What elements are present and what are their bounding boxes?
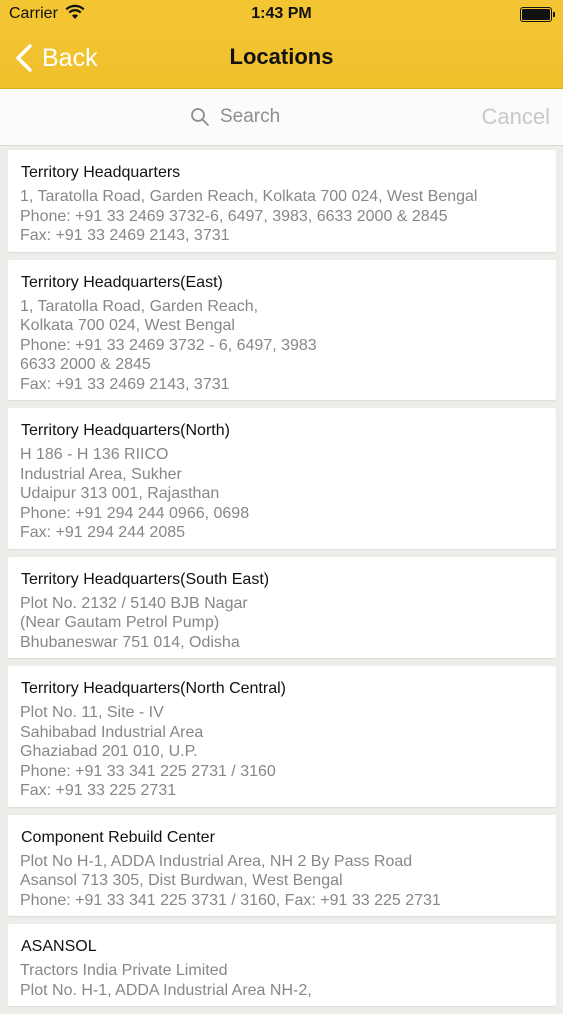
location-detail-line: Asansol 713 305, Dist Burdwan, West Beng… (20, 872, 343, 889)
location-detail-line: Fax: +91 33 225 2731 (20, 782, 177, 799)
location-detail-line: 1, Taratolla Road, Garden Reach, Kolkata… (20, 188, 478, 205)
location-card[interactable]: Territory Headquarters(East) 1, Taratolla… (8, 259, 556, 400)
location-detail-line: Phone: +91 33 341 225 2731 / 3160 (20, 762, 276, 780)
search-field[interactable] (190, 103, 372, 131)
location-detail-line: 6633 2000 & 2845 (20, 356, 151, 373)
location-title: Territory Headquarters(North) (21, 422, 230, 439)
page-title: Locations (229, 44, 334, 69)
location-detail-line: Plot No H-1, ADDA Industrial Area, NH 2 … (20, 852, 413, 870)
location-detail-line: Fax: +91 294 244 2085 (20, 524, 186, 541)
location-title: Territory Headquarters(South East) (21, 570, 270, 588)
location-detail-line: Ghaziabad 201 010, U.P. (20, 743, 198, 760)
location-detail-line: Phone: +91 33 341 225 3731 / 3160, Fax: … (20, 891, 441, 909)
location-card[interactable]: Territory Headquarters 1, Taratolla Road,… (8, 150, 556, 252)
clock: 1:43 PM (251, 5, 312, 22)
location-title: ASANSOL (21, 938, 97, 955)
battery-icon (520, 7, 555, 22)
status-bar: Carrier 1:43 PM (0, 0, 563, 30)
location-detail-line: 1, Taratolla Road, Garden Reach, (20, 297, 259, 315)
location-detail-line: Fax: +91 33 2469 2143, 3731 (20, 227, 230, 244)
location-detail-line: Bhubaneswar 751 014, Odisha (20, 633, 240, 651)
location-detail-line: Udaipur 313 001, Rajasthan (20, 485, 220, 502)
location-detail-line: Industrial Area, Sukher (20, 465, 182, 483)
search-bar: Cancel (0, 89, 563, 146)
location-detail-line: Fax: +91 33 2469 2143, 3731 (20, 375, 230, 393)
location-card[interactable]: Component Rebuild Center Plot No H-1, ADD… (8, 814, 556, 916)
location-card[interactable]: ASANSOL Tractors India Private Limited Plo… (8, 924, 556, 1006)
search-input[interactable] (218, 105, 372, 129)
location-detail-line: Kolkata 700 024, West Bengal (20, 317, 235, 334)
location-title: Component Rebuild Center (21, 828, 215, 846)
navigation-bar: Back Locations (0, 30, 563, 89)
location-detail-line: Plot No. 2132 / 5140 BJB Nagar (20, 594, 248, 612)
location-title: Territory Headquarters (21, 164, 181, 181)
location-detail-line: (Near Gautam Petrol Pump) (20, 614, 220, 631)
location-detail-line: Plot No. 11, Site - IV (20, 704, 164, 721)
location-detail-line: Phone: +91 294 244 0966, 0698 (20, 504, 250, 522)
location-detail-line: Tractors India Private Limited (20, 962, 228, 979)
location-detail-line: Phone: +91 33 2469 3732-6, 6497, 3983, 6… (20, 207, 448, 225)
location-detail-line: Phone: +91 33 2469 3732 - 6, 6497, 3983 (20, 336, 317, 354)
location-card[interactable]: Territory Headquarters(North) H 186 - H 1… (8, 408, 556, 549)
location-card[interactable]: Territory Headquarters(South East) Plot N… (8, 556, 556, 658)
search-icon (191, 108, 209, 126)
cancel-button[interactable]: Cancel (482, 104, 550, 130)
locations-list: Territory Headquarters 1, Taratolla Road,… (8, 150, 556, 1014)
location-card[interactable]: Territory Headquarters(North Central) Plo… (8, 666, 556, 807)
location-title: Territory Headquarters(East) (21, 273, 223, 291)
location-detail-line: H 186 - H 136 RIICO (20, 446, 169, 463)
location-detail-line: Plot No. H-1, ADDA Industrial Area NH-2, (20, 981, 312, 999)
location-title: Territory Headquarters(North Central) (21, 680, 286, 697)
location-detail-line: Sahibabad Industrial Area (20, 723, 204, 741)
